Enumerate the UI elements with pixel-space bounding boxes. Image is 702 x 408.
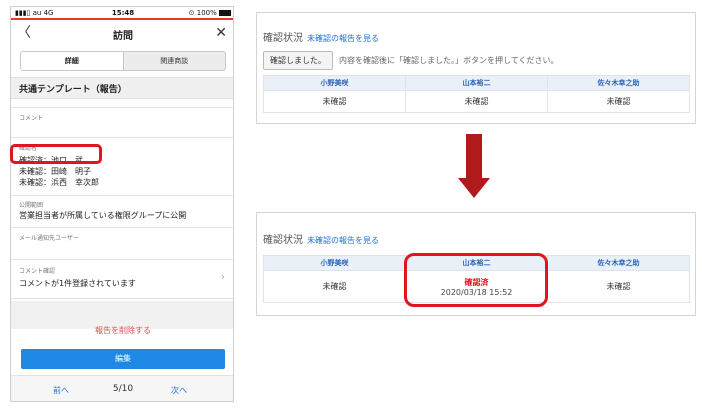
battery-icon xyxy=(219,10,231,16)
alarm-icon: ⊙ xyxy=(188,9,197,17)
template-title: 共通テンプレート（報告） xyxy=(19,85,127,95)
comment-label: コメント xyxy=(19,115,44,122)
unconfirmed-reports-link[interactable]: 未確認の報告を見る xyxy=(307,236,379,245)
comment-confirm-row[interactable]: コメント確認 コメントが1件登録されています › xyxy=(11,260,233,298)
column-header: 山本裕二 xyxy=(405,75,548,91)
status-cell: 未確認 xyxy=(263,270,406,303)
tab-related-deals[interactable]: 関連商談 xyxy=(124,52,226,70)
battery-status: ⊙ 100% xyxy=(189,7,231,20)
table-row: 未確認 未確認 未確認 xyxy=(263,90,690,113)
column-header: 佐々木幸之助 xyxy=(547,75,690,91)
pager-bar: 前へ 5/10 次へ xyxy=(11,375,233,401)
nav-bar: 〈 訪問 ✕ xyxy=(11,22,233,46)
confirm-status-table: 小野美咲 山本裕二 佐々木幸之助 未確認 未確認 未確認 xyxy=(263,75,690,113)
down-arrow-head-icon xyxy=(458,178,490,198)
highlight-box xyxy=(10,144,102,164)
divider xyxy=(11,227,233,228)
status-bar: ▮▮▮▯ au 4G 15:48 ⊙ 100% xyxy=(11,7,233,20)
status-cell: 未確認 xyxy=(263,90,406,113)
status-cell: 未確認 xyxy=(405,90,548,113)
column-header: 小野美咲 xyxy=(263,75,406,91)
chevron-right-icon: › xyxy=(221,272,225,283)
scope-label: 公開範囲 xyxy=(19,202,44,209)
acknowledge-hint: 内容を確認後に「確認しました。」ボタンを押してください。 xyxy=(339,56,559,65)
panel-title: 確認状況 未確認の報告を見る xyxy=(263,235,379,246)
page-title: 訪問 xyxy=(113,31,133,42)
divider xyxy=(11,137,233,138)
confirmer-item: 未確認：田崎 明子 xyxy=(19,167,91,176)
scope-value: 営業担当者が所属している権限グループに公開 xyxy=(19,211,187,220)
confirmer-item: 未確認：浜西 幸次郎 xyxy=(19,178,99,187)
mobile-screen: ▮▮▮▯ au 4G 15:48 ⊙ 100% 〈 訪問 ✕ 詳細 関連商談 共… xyxy=(10,6,234,402)
column-header: 小野美咲 xyxy=(263,255,406,271)
close-icon[interactable]: ✕ xyxy=(215,25,227,41)
table-header-row: 小野美咲 山本裕二 佐々木幸之助 xyxy=(263,75,690,91)
confirm-status-panel-before: 確認状況 未確認の報告を見る 確認しました。 内容を確認後に「確認しました。」ボタ… xyxy=(256,12,696,124)
divider xyxy=(11,195,233,196)
down-arrow-icon xyxy=(466,134,482,180)
page-indicator: 5/10 xyxy=(112,384,134,394)
mail-notify-label: メール通知先ユーザー xyxy=(19,235,79,242)
template-header: 共通テンプレート（報告） xyxy=(11,77,233,99)
segment-tabs: 詳細 関連商談 xyxy=(20,51,226,71)
status-cell: 未確認 xyxy=(547,270,690,303)
panel-title: 確認状況 未確認の報告を見る xyxy=(263,33,379,44)
divider xyxy=(11,107,233,108)
tab-detail[interactable]: 詳細 xyxy=(21,52,124,70)
highlight-box xyxy=(404,253,548,307)
status-cell: 未確認 xyxy=(547,90,690,113)
column-header: 佐々木幸之助 xyxy=(547,255,690,271)
next-link[interactable]: 次へ xyxy=(171,385,187,396)
comment-confirm-value: コメントが1件登録されています xyxy=(19,279,136,288)
unconfirmed-reports-link[interactable]: 未確認の報告を見る xyxy=(307,34,379,43)
comment-confirm-label: コメント確認 xyxy=(19,268,56,275)
edit-button[interactable]: 編集 xyxy=(21,349,225,369)
divider xyxy=(11,298,233,299)
delete-report-link[interactable]: 報告を削除する xyxy=(11,325,233,336)
acknowledge-button[interactable]: 確認しました。 xyxy=(263,51,333,70)
